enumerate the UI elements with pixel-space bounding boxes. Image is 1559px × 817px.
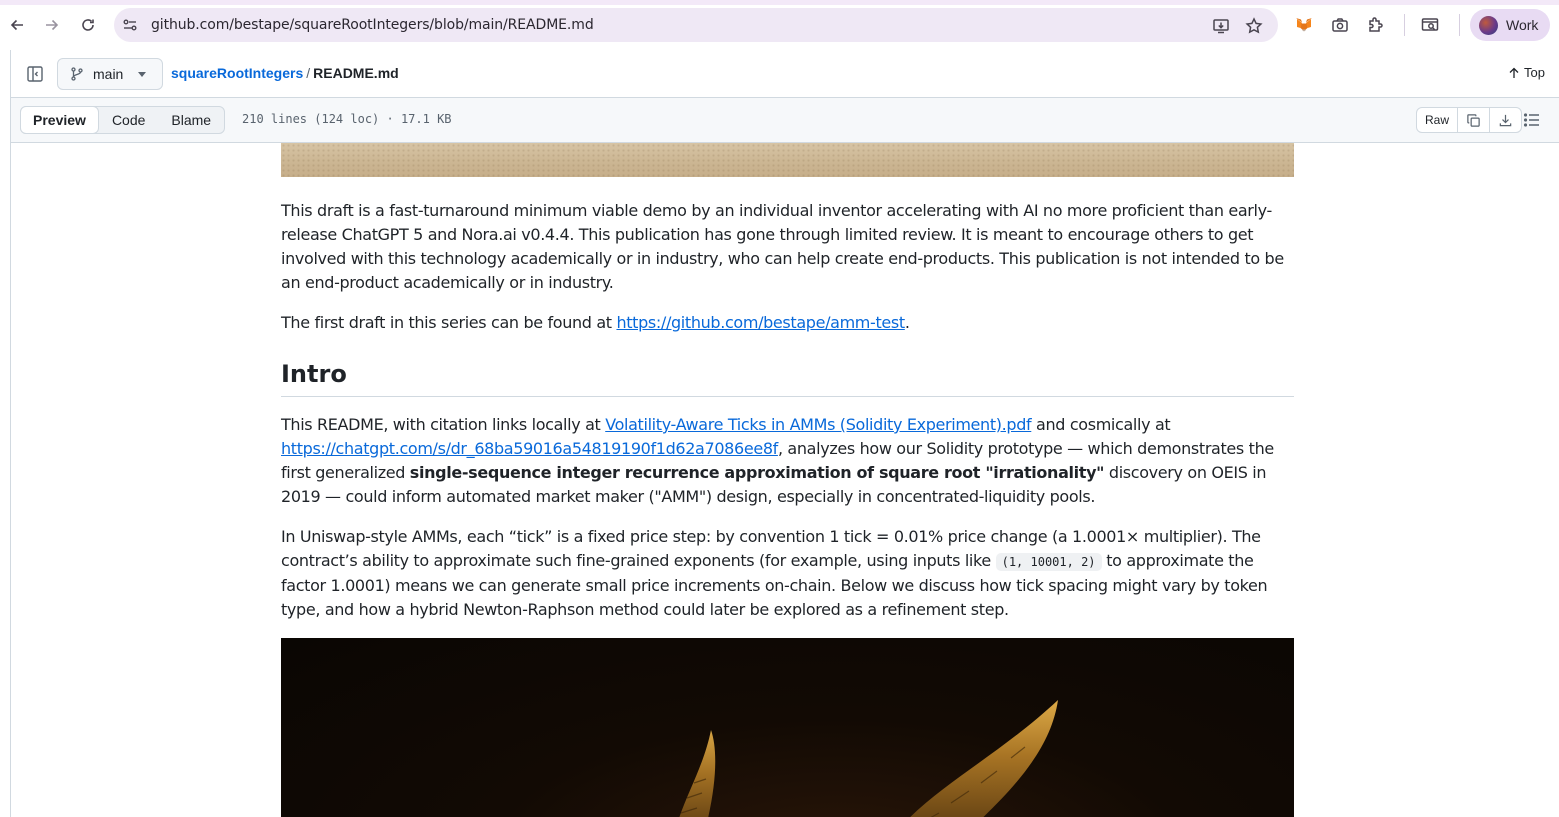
file-actions: Raw [1416,107,1523,133]
address-bar[interactable]: github.com/bestape/squareRootIntegers/bl… [114,8,1278,42]
amm-test-link[interactable]: https://github.com/bestape/amm-test [616,313,905,332]
first-draft-paragraph: The first draft in this series can be fo… [281,311,1294,335]
install-icon[interactable] [1212,17,1230,35]
header-image [281,143,1294,177]
metamask-icon[interactable] [1294,15,1314,35]
back-icon[interactable] [6,14,28,36]
file-meta: 210 lines (124 loc) · 17.1 KB [242,112,452,126]
copy-raw-button[interactable] [1458,108,1491,132]
outline-icon[interactable] [1523,111,1541,129]
url-text: github.com/bestape/squareRootIntegers/bl… [151,17,594,33]
tab-blame[interactable]: Blame [158,107,224,133]
sidebar-toggle-icon[interactable] [26,65,44,83]
raw-button[interactable]: Raw [1417,108,1459,132]
toolbar-divider [1404,14,1405,36]
paragraph-text: The first draft in this series can be fo… [281,313,617,332]
file-toolbar: Preview Code Blame 210 lines (124 loc) ·… [10,98,1559,143]
uniswap-paragraph: In Uniswap-style AMMs, each “tick” is a … [281,525,1294,622]
download-button[interactable] [1490,108,1521,132]
profile-button[interactable]: Work [1470,9,1550,41]
branch-name: main [93,66,124,82]
repo-link[interactable]: squareRootIntegers [171,65,303,81]
inline-code: (1, 10001, 2) [995,553,1102,571]
chatgpt-link[interactable]: https://chatgpt.com/s/dr_68ba59016a54819… [281,439,778,458]
tab-preview[interactable]: Preview [20,106,99,134]
disclaimer-paragraph: This draft is a fast-turnaround minimum … [281,201,1284,292]
chevron-down-icon [138,72,146,77]
avatar [1479,16,1498,35]
forward-icon[interactable] [41,14,63,36]
paragraph-text: This README, with citation links locally… [281,415,606,434]
extensions-icon[interactable] [1366,15,1386,35]
tab-strip-edge [0,0,1559,5]
horns-artwork [679,700,1058,817]
file-name: README.md [313,65,399,81]
file-header: main squareRootIntegers / README.md Top [10,50,1559,98]
view-mode-switcher: Preview Code Blame [20,106,226,134]
bold-text: single-sequence integer recurrence appro… [409,463,1105,482]
paragraph-text: and cosmically at [1031,415,1171,434]
intro-paragraph: This README, with citation links locally… [281,413,1294,509]
intro-heading: Intro [281,357,1294,397]
arrow-up-icon [1509,67,1519,78]
breadcrumb: squareRootIntegers / README.md [171,65,399,81]
site-settings-icon[interactable] [122,17,138,33]
branch-selector[interactable]: main [57,58,163,90]
breadcrumb-separator: / [306,65,311,81]
reload-icon[interactable] [77,14,99,36]
tab-code[interactable]: Code [99,107,158,133]
toolbar-divider [1459,14,1460,36]
horns-illustration [281,638,1294,817]
git-branch-icon [70,67,84,81]
download-icon [1499,114,1512,126]
paragraph-text: . [904,313,910,332]
profile-label: Work [1506,17,1539,33]
pdf-link[interactable]: Volatility-Aware Ticks in AMMs (Solidity… [605,415,1031,434]
copy-icon [1467,113,1480,127]
top-label: Top [1524,65,1545,80]
camera-icon[interactable] [1330,15,1350,35]
browser-toolbar: github.com/bestape/squareRootIntegers/bl… [0,0,1559,50]
readme-body: This draft is a fast-turnaround minimum … [10,143,1559,817]
tab-search-icon[interactable] [1420,15,1440,35]
star-icon[interactable] [1245,17,1263,35]
top-button[interactable]: Top [1508,65,1545,80]
